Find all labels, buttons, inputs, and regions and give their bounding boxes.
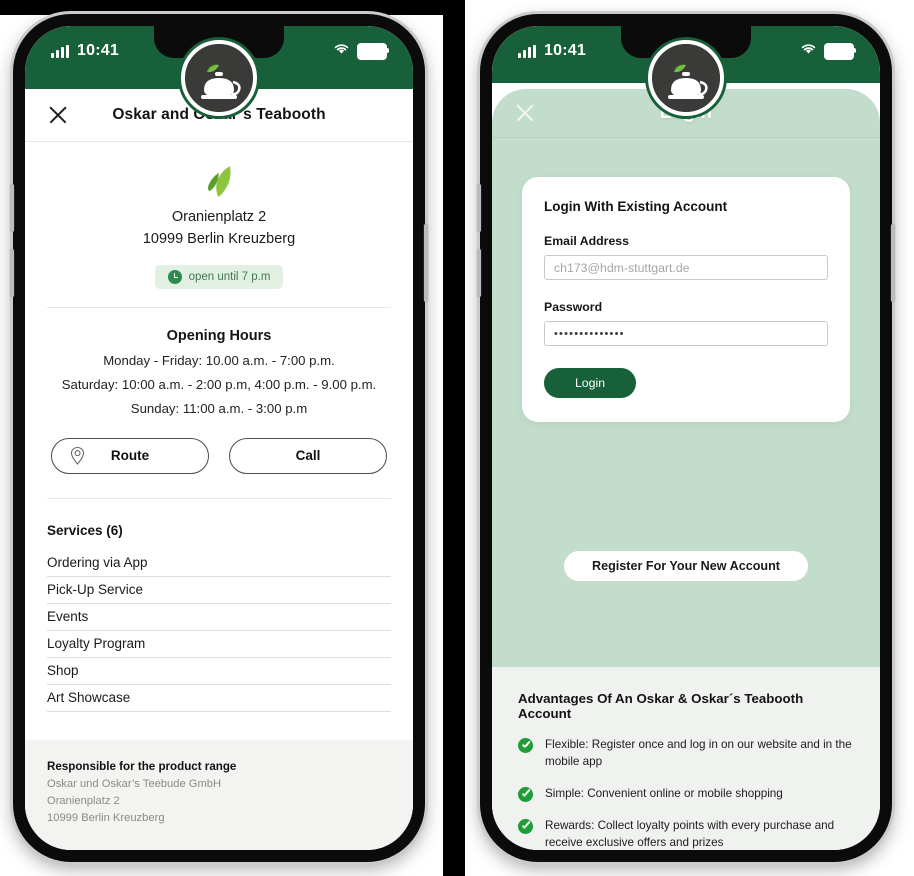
venue-summary: Oranienplatz 2 10999 Berlin Kreuzberg op… <box>25 142 413 308</box>
battery-icon <box>357 42 389 60</box>
call-button-label: Call <box>295 448 321 463</box>
footer: Responsible for the product range Oskar … <box>25 740 413 850</box>
password-label: Password <box>544 300 603 314</box>
right-content: Login Login With Existing Account Email … <box>492 83 880 850</box>
phone-mockup-left: 10:41 Oskar and Teabooth Oranienplatz 2 … <box>10 14 428 862</box>
advantage-text: Flexible: Register once and log in on ou… <box>545 738 852 768</box>
map-pin-icon <box>70 446 85 465</box>
signal-bars-icon <box>51 44 69 58</box>
status-right-group <box>800 42 856 60</box>
list-item: Simple: Convenient online or mobile shop… <box>518 786 854 803</box>
advantages-heading: Advantages Of An Oskar & Oskar´s Teaboot… <box>518 691 804 721</box>
wifi-icon <box>333 42 350 60</box>
status-badge: open until 7 p.m <box>154 264 284 289</box>
services-heading: Services (6) <box>47 522 123 538</box>
opening-hours-line: Monday - Friday: 10.00 a.m. - 7:00 p.m. <box>103 352 335 368</box>
status-left-group: 10:41 <box>518 42 586 60</box>
volume-down-button-left[interactable] <box>10 249 14 297</box>
backdrop-top-bar <box>0 0 443 15</box>
volume-up-button-right[interactable] <box>477 184 481 232</box>
footer-line: Oskar und Oskar’s Teebude GmbH <box>47 778 222 790</box>
address-line-2: 10999 Berlin Kreuzberg <box>142 230 296 247</box>
phone-mockup-right: 10:41 Login With Existing Account Email … <box>477 14 895 862</box>
address-line-1: Oranienplatz 2 <box>171 209 267 225</box>
advantages-section: Advantages Of An Oskar & Oskar´s Teaboot… <box>492 667 880 850</box>
password-field[interactable]: •••••••••••••• <box>544 321 828 346</box>
close-icon[interactable] <box>47 104 69 126</box>
opening-hours-line: Sunday: 11:00 a.m. - 3:00 p.m <box>130 400 308 416</box>
login-submit-button[interactable]: Login <box>544 368 636 398</box>
clock-icon <box>167 269 182 284</box>
backdrop-divider <box>443 0 465 876</box>
screen-right: 10:41 Login With Existing Account Email … <box>492 26 880 850</box>
power-button-right[interactable] <box>891 224 895 302</box>
list-item[interactable]: Art Showcase <box>47 685 391 712</box>
check-circle-icon <box>518 818 533 834</box>
status-badge-wrap: open until 7 p.m <box>47 264 391 289</box>
venue-address: Oranienplatz 2 10999 Berlin Kreuzberg <box>47 207 391 251</box>
list-item[interactable]: Ordering via App <box>47 550 391 577</box>
divider-2 <box>47 497 391 499</box>
list-item: Flexible: Register once and log in on ou… <box>518 737 854 771</box>
close-icon[interactable] <box>514 102 536 124</box>
teapot-logo-icon <box>648 40 724 116</box>
status-bar-right: 10:41 <box>492 26 880 116</box>
list-item[interactable]: Shop <box>47 658 391 685</box>
status-right-group <box>333 42 389 60</box>
volume-down-button-right[interactable] <box>477 249 481 297</box>
login-card: Login With Existing Account Email Addres… <box>522 177 850 422</box>
battery-icon <box>824 42 856 60</box>
email-field[interactable]: ch173@hdm-stuttgart.de <box>544 255 828 280</box>
wifi-icon <box>800 42 817 60</box>
divider-1 <box>47 306 391 308</box>
status-time: 10:41 <box>77 42 119 59</box>
screen-left: 10:41 Oskar and Teabooth Oranienplatz 2 … <box>25 26 413 850</box>
status-time: 10:41 <box>544 42 586 59</box>
list-item: Rewards: Collect loyalty points with eve… <box>518 818 854 850</box>
opening-hours-line: Saturday: 10:00 a.m. - 2:00 p.m, 4:00 p.… <box>61 376 377 392</box>
opening-hours-section: Opening Hours Monday - Friday: 10.00 a.m… <box>25 328 413 777</box>
left-content: Oskar and Oskar´s Teabooth Oranienplatz … <box>25 89 413 850</box>
advantage-text: Rewards: Collect loyalty points with eve… <box>545 818 835 849</box>
route-button[interactable]: Route <box>51 437 209 474</box>
volume-up-button-left[interactable] <box>10 184 14 232</box>
login-hero-panel: Login Login With Existing Account Email … <box>492 89 880 667</box>
login-card-heading: Login With Existing Account <box>544 199 728 214</box>
call-button[interactable]: Call <box>229 437 387 474</box>
status-bar-left: 10:41 <box>25 26 413 116</box>
power-button-left[interactable] <box>424 224 428 302</box>
advantages-list: Flexible: Register once and log in on ou… <box>518 737 854 850</box>
status-left-group: 10:41 <box>51 42 119 60</box>
list-item[interactable]: Pick-Up Service <box>47 577 391 604</box>
status-badge-label: open until 7 p.m <box>188 270 271 283</box>
list-item[interactable]: Events <box>47 604 391 631</box>
route-button-label: Route <box>110 448 150 463</box>
footer-line: Oranienplatz 2 <box>47 795 120 807</box>
register-button[interactable]: Register For Your New Account <box>563 551 808 581</box>
advantage-text: Simple: Convenient online or mobile shop… <box>545 786 783 800</box>
check-circle-icon <box>518 738 533 753</box>
signal-bars-icon <box>518 44 536 58</box>
email-label: Email Address <box>544 234 629 248</box>
teapot-logo-icon <box>181 40 257 116</box>
services-list: Ordering via App Pick-Up Service Events … <box>47 550 391 712</box>
footer-line: 10999 Berlin Kreuzberg <box>47 812 165 824</box>
footer-heading: Responsible for the product range <box>47 760 237 773</box>
action-buttons: Route Call <box>47 437 391 474</box>
opening-hours-heading: Opening Hours <box>166 327 272 344</box>
leaf-icon <box>47 142 391 203</box>
list-item[interactable]: Loyalty Program <box>47 631 391 658</box>
check-circle-icon <box>518 786 533 802</box>
register-button-wrap: Register For Your New Account <box>492 551 880 581</box>
